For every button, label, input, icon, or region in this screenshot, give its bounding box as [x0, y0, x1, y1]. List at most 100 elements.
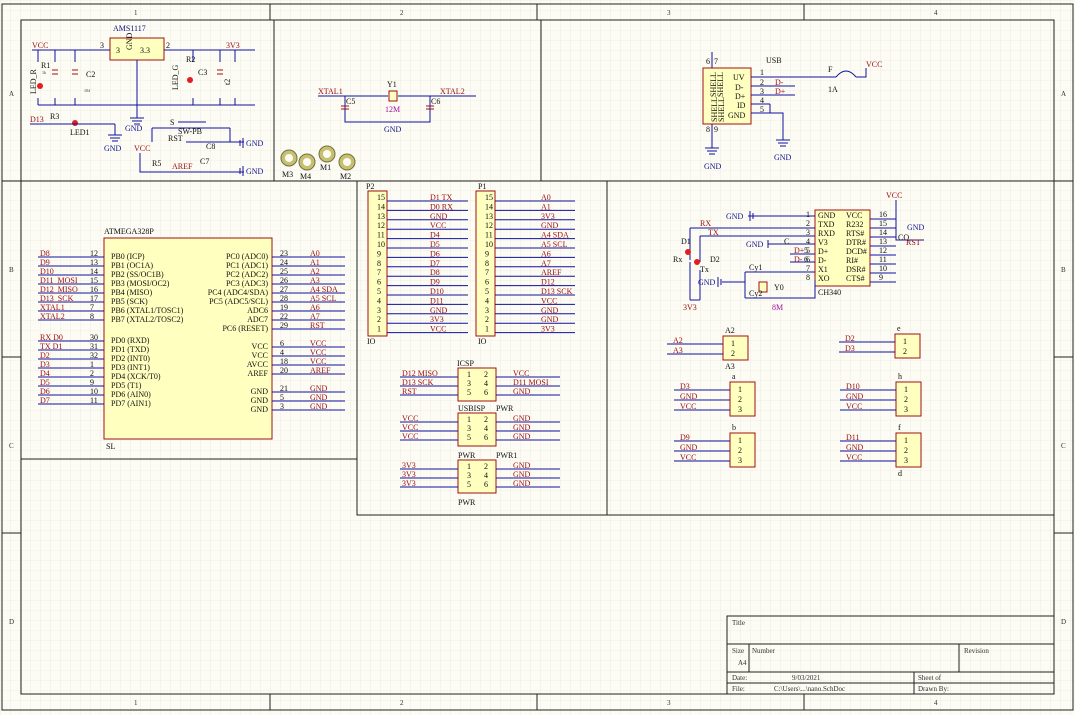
regulator-name: AMS1117 — [113, 24, 146, 33]
jumper-net: GND — [680, 443, 698, 452]
mcu-right-net: A2 — [310, 267, 320, 276]
connector-pin-num: 1 — [467, 462, 471, 471]
jumper-connector[interactable] — [895, 432, 922, 468]
mcu-left-pin-num: 7 — [90, 303, 94, 312]
jumper-net: D10 — [846, 382, 860, 391]
header-pin-num: 15 — [377, 193, 385, 202]
d1-ref: D1 — [681, 237, 691, 246]
p1-net: A4 SDA — [541, 231, 569, 240]
connector-pin-num: 4 — [484, 424, 488, 433]
jumper-connector[interactable] — [729, 381, 756, 417]
row-label: D — [1061, 618, 1066, 626]
mcu-right-pin-name: GND — [251, 387, 269, 396]
p1-net: GND — [541, 221, 559, 230]
connector-pin-num: 1 — [467, 415, 471, 424]
usb-num: 3 — [760, 87, 764, 96]
mcu-right-pin-num: 25 — [280, 267, 288, 276]
size-label: Size — [732, 647, 744, 655]
ch340-right-pin: DTR# — [846, 238, 866, 247]
connector-pin-num: 2 — [484, 462, 488, 471]
p2-net: D0 RX — [430, 202, 453, 211]
mcu-right-pin-num: 18 — [280, 357, 288, 366]
p2-net: 3V3 — [430, 315, 444, 324]
header-pin-num: 11 — [377, 231, 385, 240]
gnd-label: GND — [726, 212, 744, 221]
jumper-connector[interactable] — [722, 335, 749, 361]
header-pin-num: 5 — [485, 287, 489, 296]
r3-ref: R3 — [50, 112, 59, 121]
hole-ref: M1 — [320, 163, 331, 172]
gnd-label: GND — [246, 167, 264, 176]
connector-right-net: GND — [513, 387, 531, 396]
mcu-right-pin-name: PC6 (RESET) — [222, 324, 268, 333]
reg-pin-label: 3.3 — [140, 46, 150, 55]
io-label: IO — [367, 337, 376, 346]
header-pin-num: 2 — [485, 315, 489, 324]
jumper-title: A2 — [725, 326, 735, 335]
row-label: B — [9, 266, 14, 274]
ch340-right-num: 15 — [879, 219, 887, 228]
y1-ref: Y1 — [387, 80, 397, 89]
mcu-left-pin-name: PD3 (INT1) — [111, 363, 150, 372]
connector-pin-num: 1 — [467, 370, 471, 379]
mcu-right-pin-name: AREF — [248, 369, 269, 378]
p1-net: A6 — [541, 249, 551, 258]
ch340-right-pin: DSR# — [846, 265, 866, 274]
mcu-right-pin-num: 28 — [280, 294, 288, 303]
connector-pin-num: 6 — [484, 388, 488, 397]
mcu-left-pin-name: PD7 (AIN1) — [111, 399, 151, 408]
jumper-net: VCC — [846, 453, 862, 462]
y0-ref: Y0 — [774, 283, 784, 292]
c5-ref: C5 — [346, 97, 355, 106]
jumper-connector[interactable] — [895, 381, 922, 417]
r5-ref: R5 — [152, 159, 161, 168]
header-pin-num: 9 — [377, 249, 381, 258]
mcu-left-pin-num: 11 — [90, 396, 98, 405]
mcu-right-pin-num: 24 — [280, 258, 288, 267]
usb-num: 1 — [760, 68, 764, 77]
jumper-title: e — [897, 324, 901, 333]
gnd-label: GND — [104, 144, 122, 153]
c-ref: C — [784, 237, 789, 246]
usb-dp-net: D+ — [775, 87, 786, 96]
jumper-connector[interactable] — [729, 432, 756, 468]
icsp-connector[interactable] — [457, 367, 497, 402]
mcu-left-pin-name: PB4 (MISO) — [111, 288, 152, 297]
schematic-sheet: { "frame": { "cols": ["1","2","3","4"], … — [0, 0, 1075, 715]
jumper-pin-num: 1 — [904, 436, 908, 445]
mcu-left-pin-name: PD1 (TXD) — [111, 345, 149, 354]
r2-ref: R2 — [186, 55, 195, 64]
header-pin-num: 5 — [377, 287, 381, 296]
ch340-right-num: 9 — [879, 273, 883, 282]
crystal-y1[interactable] — [388, 90, 398, 102]
mcu-right-pin-num: 19 — [280, 303, 288, 312]
usb-pin: D- — [735, 83, 744, 92]
jumper-connector[interactable] — [894, 333, 921, 359]
d13-net: D13 — [30, 115, 44, 124]
mcu-left-pin-name: PD0 (RXD) — [111, 336, 150, 345]
mcu-left-pin-name: PD6 (AIN0) — [111, 390, 151, 399]
usbisp-connector[interactable] — [457, 412, 497, 447]
mcu-right-net: A1 — [310, 258, 320, 267]
mcu-right-pin-name: GND — [251, 405, 269, 414]
jumper-pin-num: 3 — [904, 456, 908, 465]
reg-gnd-label: GND — [125, 32, 134, 50]
jumper-pin-num: 2 — [738, 446, 742, 455]
pwr-connector[interactable] — [457, 459, 497, 494]
d2-ref: D2 — [710, 255, 720, 264]
connector-pin-num: 3 — [467, 379, 471, 388]
ch340-right-num: 16 — [879, 210, 887, 219]
mcu-right-pin-num: 3 — [280, 402, 284, 411]
p1-net: A0 — [541, 193, 551, 202]
p1-net: D12 — [541, 278, 555, 287]
mcu-right-pin-num: 4 — [280, 348, 284, 357]
ch340-left-num: 8 — [806, 273, 810, 282]
jumper-sub: d — [898, 469, 902, 478]
gnd-label: GND — [907, 223, 925, 232]
led-g-ref: LED_G — [171, 64, 180, 90]
row-label: C — [1061, 442, 1066, 450]
ch340-left-num: 2 — [806, 219, 810, 228]
p2-net: GND — [430, 212, 448, 221]
p1-net: GND — [541, 306, 559, 315]
col-label: 1 — [134, 699, 138, 707]
